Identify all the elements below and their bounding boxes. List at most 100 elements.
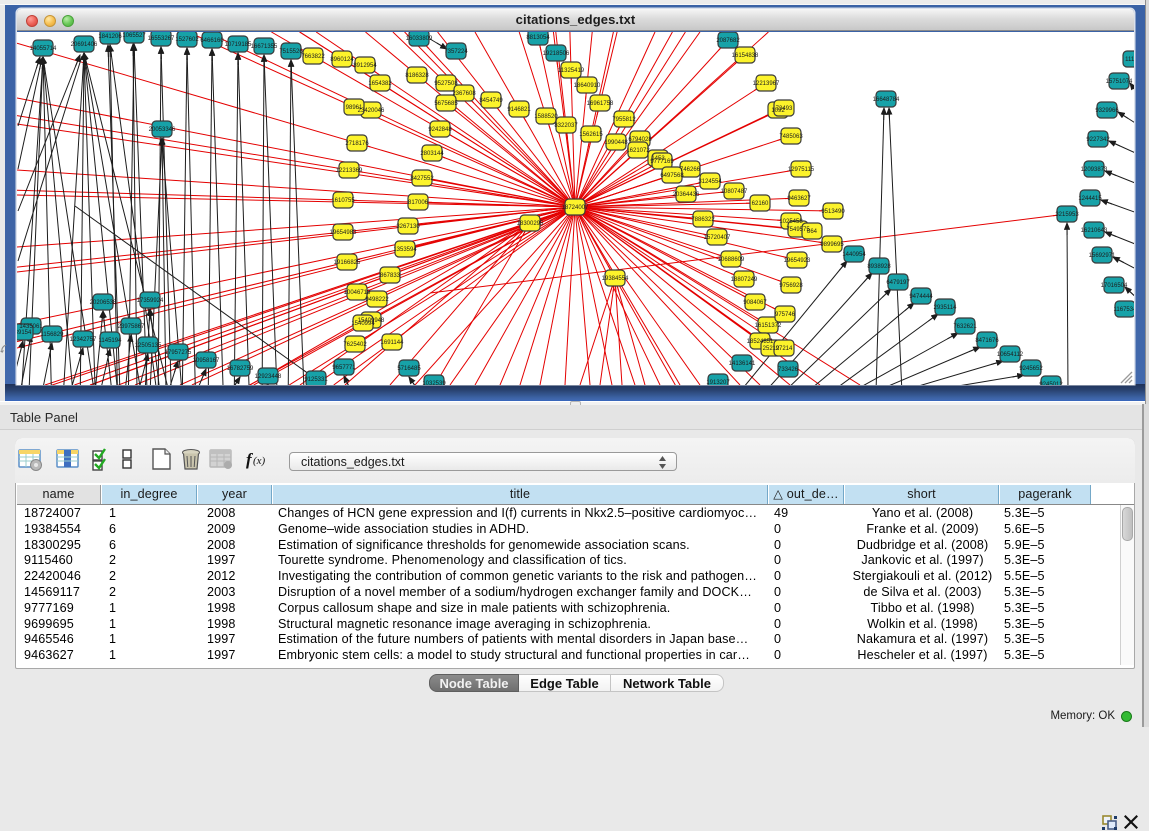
svg-text:6794028: 6794028 [628,137,652,143]
svg-text:864: 864 [807,229,818,235]
svg-text:9146821: 9146821 [507,107,531,113]
svg-text:9245652: 9245652 [1019,366,1043,372]
svg-text:2803144: 2803144 [420,151,444,157]
svg-text:20053346: 20053346 [149,127,176,133]
svg-text:8454749: 8454749 [479,98,503,104]
svg-text:9463627: 9463627 [787,196,811,202]
svg-text:1540994: 1540994 [351,321,375,327]
svg-text:19166825: 19166825 [334,260,361,266]
svg-text:12923448: 12923448 [255,374,282,380]
svg-text:9125331: 9125331 [304,377,328,383]
svg-text:1654382: 1654382 [368,81,392,87]
svg-text:7485063: 7485063 [779,134,803,140]
svg-text:18640910: 18640910 [574,83,601,89]
svg-text:3267130: 3267130 [396,224,420,230]
svg-text:16154838: 16154838 [732,53,759,59]
svg-text:19654983: 19654983 [330,230,357,236]
svg-text:8186328: 8186328 [405,73,429,79]
svg-text:1588520: 1588520 [534,114,558,120]
svg-text:10719185: 10719185 [225,42,252,48]
svg-text:733426: 733426 [778,367,799,373]
svg-text:9527508: 9527508 [434,81,458,87]
svg-text:10046718: 10046718 [344,290,371,296]
svg-text:867833: 867833 [380,273,401,279]
svg-text:1353594: 1353594 [393,247,417,253]
svg-text:10958167: 10958167 [193,358,220,364]
svg-text:10688609: 10688609 [718,257,745,263]
svg-text:15751074: 15751074 [1106,79,1133,85]
svg-text:9084067: 9084067 [743,300,767,306]
svg-text:12342757: 12342757 [70,337,97,343]
svg-text:1990448: 1990448 [604,140,628,146]
svg-text:9498222: 9498222 [365,297,389,303]
svg-text:(x): (x) [253,455,266,467]
svg-text:2367608: 2367608 [452,91,476,97]
svg-text:18724007: 18724007 [562,205,589,211]
svg-text:19654923: 19654923 [784,258,811,264]
svg-text:12505135: 12505135 [135,343,162,349]
svg-text:16782759: 16782759 [227,366,254,372]
svg-text:8960124: 8960124 [330,57,354,63]
svg-text:19384554: 19384554 [602,276,629,282]
svg-text:16553267: 16553267 [148,36,175,42]
svg-text:73493: 73493 [776,106,793,112]
svg-text:1156829: 1156829 [41,332,65,338]
svg-text:6479197: 6479197 [886,280,910,286]
svg-text:1440954: 1440954 [842,252,866,258]
svg-text:9329966: 9329966 [1095,108,1119,114]
svg-text:8427552: 8427552 [410,176,434,182]
svg-text:62160: 62160 [752,201,769,207]
svg-text:15692971: 15692971 [1089,253,1116,259]
svg-text:16961758: 16961758 [587,101,614,107]
svg-text:7886322: 7886322 [691,217,715,223]
svg-text:16671355: 16671355 [251,44,278,50]
svg-text:14136141: 14136141 [729,361,756,367]
svg-text:7632621: 7632621 [953,324,977,330]
svg-text:5716485: 5716485 [397,366,421,372]
svg-text:19218506: 19218506 [543,51,570,57]
svg-text:23975867: 23975867 [118,324,145,330]
svg-text:1145194: 1145194 [99,338,123,344]
svg-text:1562615: 1562615 [579,132,603,138]
svg-text:7625402: 7625402 [343,342,367,348]
svg-text:9242848: 9242848 [428,127,452,133]
svg-text:8938928: 8938928 [867,264,891,270]
svg-text:1913207: 1913207 [706,380,730,385]
svg-text:1025458: 1025458 [779,219,803,225]
svg-text:9474444: 9474444 [909,294,933,300]
svg-text:12213369: 12213369 [336,168,363,174]
svg-text:15720407: 15720407 [704,235,731,241]
svg-text:1621072: 1621072 [626,148,650,154]
svg-text:9657771: 9657771 [332,365,356,371]
svg-text:1167534: 1167534 [1114,307,1134,313]
svg-text:1527602: 1527602 [175,37,199,43]
svg-text:3124554: 3124554 [698,179,722,185]
svg-text:8912954: 8912954 [353,63,377,69]
svg-text:98961: 98961 [346,105,363,111]
svg-text:3215953: 3215953 [1055,212,1079,218]
svg-text:14055714: 14055714 [30,46,57,52]
svg-text:1065527: 1065527 [122,33,146,39]
svg-text:97214: 97214 [776,346,793,352]
svg-text:9756928: 9756928 [779,283,803,289]
svg-text:18524851: 18524851 [747,339,774,345]
svg-text:7955812: 7955812 [612,117,636,123]
svg-text:1032539: 1032539 [422,381,446,385]
svg-text:18807249: 18807249 [731,277,758,283]
svg-text:9899695: 9899695 [820,242,844,248]
svg-text:16210643: 16210643 [1081,228,1108,234]
svg-text:16033809: 16033809 [406,36,433,42]
svg-text:7357224: 7357224 [444,49,468,55]
svg-text:20364436: 20364436 [673,192,700,198]
svg-text:817006: 817006 [408,200,429,206]
svg-text:17016504: 17016504 [1101,283,1128,289]
svg-text:2718176: 2718176 [345,141,369,147]
svg-text:7515526: 7515526 [279,49,303,55]
svg-text:2935114: 2935114 [934,305,958,311]
svg-text:20691406: 20691406 [71,42,98,48]
svg-text:17359924: 17359924 [137,298,164,304]
svg-text:12213967: 12213967 [753,81,780,87]
svg-text:9227342: 9227342 [1086,137,1110,143]
svg-text:5675685: 5675685 [434,101,458,107]
svg-text:17957275: 17957275 [165,350,192,356]
